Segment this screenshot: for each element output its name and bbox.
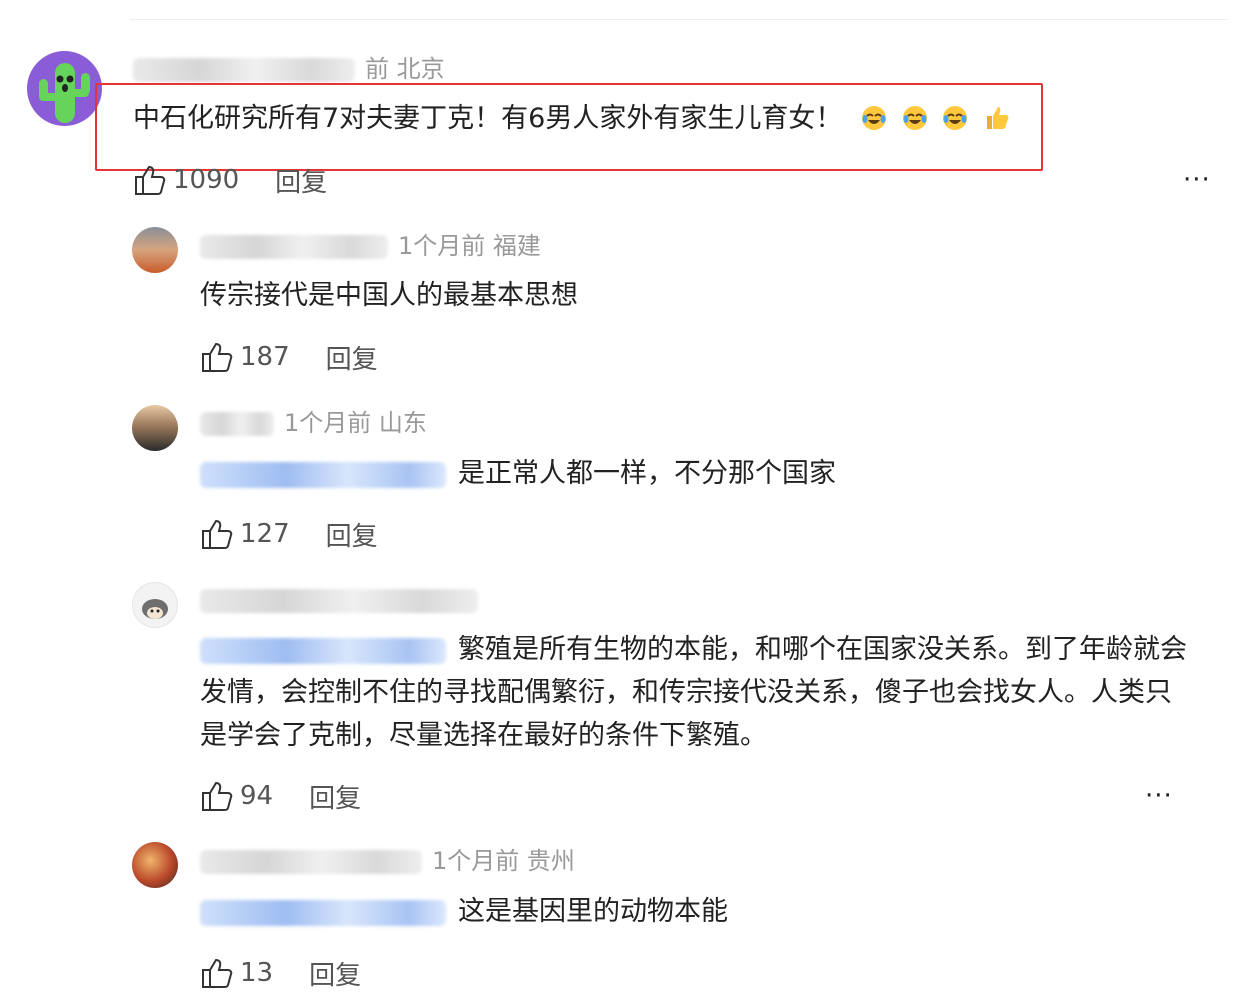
comment-actions: 1090 回复 [133,162,327,199]
thumbs-up-icon [202,519,233,549]
time-location: 1个月前 贵州 [432,847,575,875]
more-options-icon[interactable]: ··· [1183,167,1211,193]
avatar[interactable] [27,51,102,126]
like-count: 127 [240,519,290,549]
reply-button[interactable]: 回复 [326,516,378,553]
avatar[interactable] [132,405,178,451]
comment-actions: 94 回复 [200,778,361,815]
comment-body: 传宗接代是中国人的最基本思想 [200,280,578,311]
comment-body: 这是基因里的动物本能 [458,896,728,927]
username-redacted[interactable] [200,850,422,874]
avatar[interactable] [132,227,178,273]
comment-text: 繁殖是所有生物的本能，和哪个在国家没关系。到了年龄就会发情，会控制不住的寻找配偶… [200,628,1195,757]
hedgehog-avatar-icon [142,599,168,619]
time-location: 1个月前 福建 [398,232,541,260]
reply-button[interactable]: 回复 [309,955,361,992]
like-button[interactable]: 13 [200,956,273,990]
reply-button[interactable]: 回复 [275,162,327,199]
like-count: 187 [240,342,290,372]
comment-meta [200,585,488,615]
more-options-icon[interactable]: ··· [1145,783,1173,809]
comment-text: 传宗接代是中国人的最基本思想 [200,274,578,317]
like-button[interactable]: 187 [200,340,290,374]
username-redacted[interactable] [133,58,355,82]
comment-meta: 1个月前 山东 [200,408,427,438]
highlight-box [95,83,1043,171]
avatar[interactable] [132,842,178,888]
like-count: 13 [240,958,274,988]
thumbs-up-icon [202,781,233,811]
thumbs-up-icon [202,958,233,988]
divider [130,19,1228,20]
mention-redacted[interactable] [200,461,446,488]
comment-actions: 13 回复 [200,955,361,992]
time-location: 前 北京 [365,55,445,83]
comment-actions: 187 回复 [200,339,378,376]
comment-text: 这是基因里的动物本能 [200,890,728,933]
comment-body: 是正常人都一样，不分那个国家 [458,458,836,489]
reply-button[interactable]: 回复 [326,339,378,376]
like-button[interactable]: 1090 [133,163,239,197]
comment-meta: 前 北京 [133,54,445,84]
reply-button[interactable]: 回复 [309,778,361,815]
mention-redacted[interactable] [200,637,446,664]
comment-meta: 1个月前 福建 [200,231,541,261]
username-redacted[interactable] [200,235,388,259]
time-location: 1个月前 山东 [284,409,427,437]
mention-redacted[interactable] [200,899,446,926]
comment-actions: 127 回复 [200,516,378,553]
cactus-avatar-icon [39,63,90,123]
username-redacted[interactable] [200,589,478,613]
thumbs-up-icon [202,342,233,372]
comment-text: 是正常人都一样，不分那个国家 [200,452,836,495]
like-button[interactable]: 127 [200,517,290,551]
username-redacted[interactable] [200,412,274,436]
like-count: 94 [240,781,274,811]
like-count: 1090 [173,165,240,195]
thumbs-up-icon [135,165,166,195]
avatar[interactable] [132,582,178,628]
like-button[interactable]: 94 [200,779,273,813]
comment-meta: 1个月前 贵州 [200,846,575,876]
